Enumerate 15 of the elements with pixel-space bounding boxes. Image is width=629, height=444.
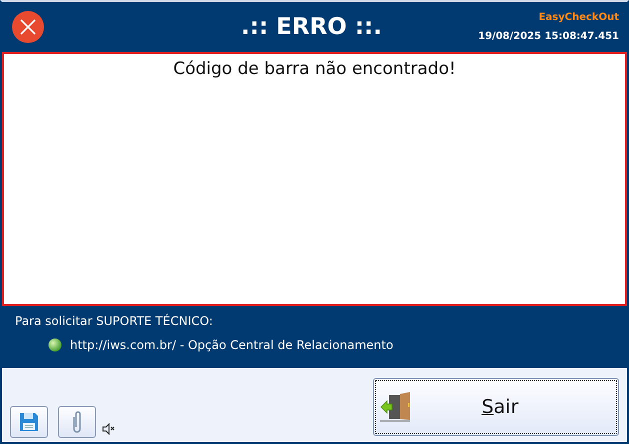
app-name: EasyCheckOut — [538, 12, 619, 23]
exit-door-icon — [380, 392, 412, 422]
dialog-title: .:: ERRO ::. — [240, 14, 383, 40]
error-message: Código de barra não encontrado! — [172, 58, 457, 79]
paperclip-icon — [71, 409, 83, 435]
support-note: - Opção Central de Relacionamento — [178, 338, 394, 352]
error-icon — [12, 11, 44, 43]
speaker-muted-icon[interactable] — [102, 423, 116, 435]
support-heading: Para solicitar SUPORTE TÉCNICO: — [15, 314, 214, 328]
timestamp: 19/08/2025 15:08:47.451 — [478, 31, 619, 42]
support-link[interactable]: http://iws.com.br/ — [70, 338, 176, 352]
exit-button[interactable]: Sair — [373, 378, 619, 436]
attach-button[interactable] — [58, 406, 96, 438]
save-button[interactable] — [10, 406, 48, 438]
globe-icon — [48, 338, 62, 352]
